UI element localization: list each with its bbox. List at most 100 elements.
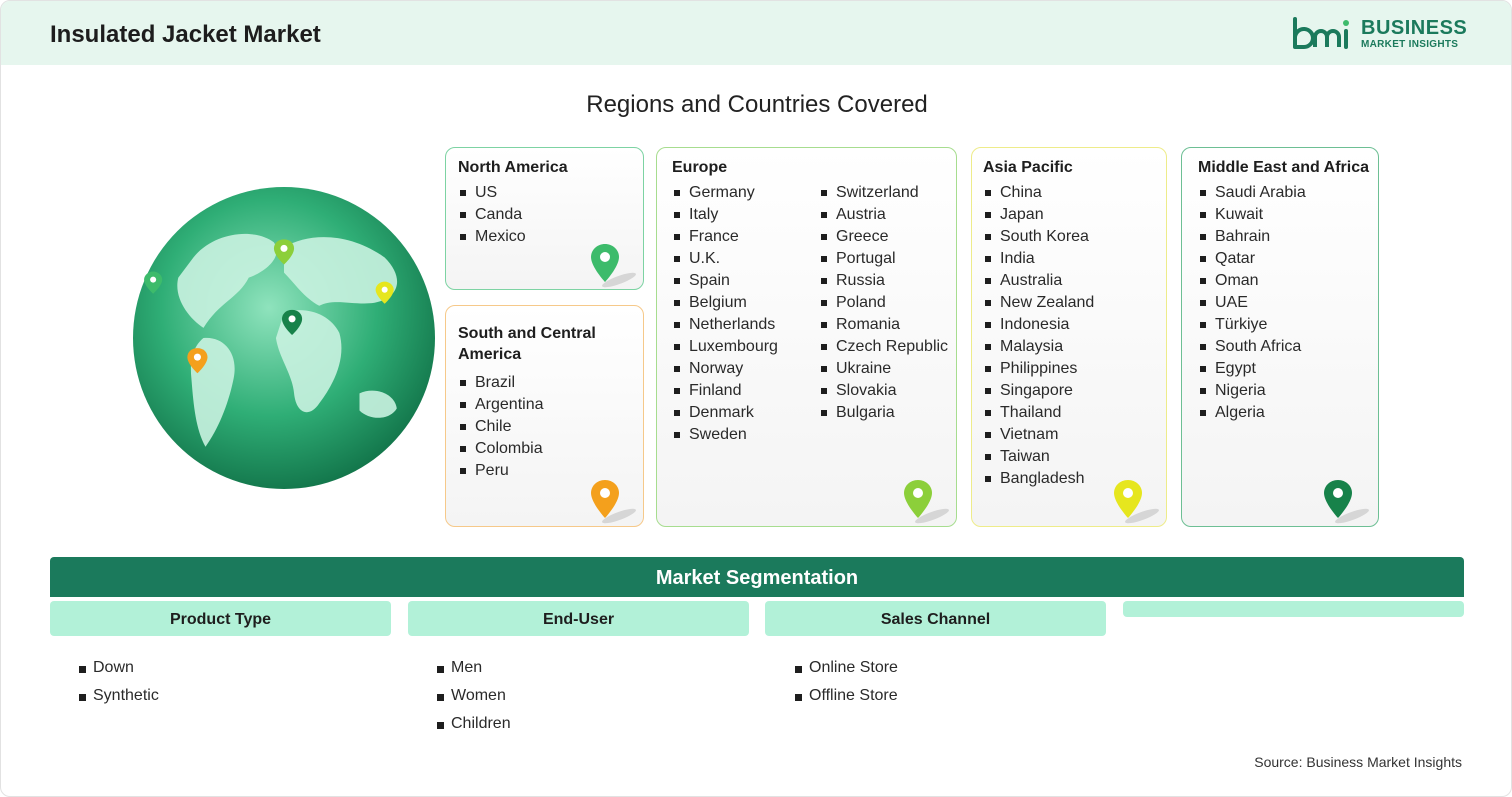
country-item: Bulgaria bbox=[819, 402, 948, 424]
segment-list-sales-channel: Online Store Offline Store bbox=[795, 654, 898, 710]
segment-header-end-user: End-User bbox=[408, 601, 749, 636]
segment-item: Down bbox=[79, 654, 159, 682]
logo-tagline: MARKET INSIGHTS bbox=[1361, 39, 1459, 50]
region-title: Europe bbox=[672, 159, 728, 176]
country-list-col-1: Germany Italy France U.K. Spain Belgium … bbox=[672, 182, 778, 446]
country-item: Russia bbox=[819, 270, 948, 292]
segment-header-product-type: Product Type bbox=[50, 601, 391, 636]
country-item: Ukraine bbox=[819, 358, 948, 380]
country-item: Norway bbox=[672, 358, 778, 380]
country-item: Sweden bbox=[672, 424, 778, 446]
country-item: Philippines bbox=[983, 358, 1094, 380]
segment-list-end-user: Men Women Children bbox=[437, 654, 511, 738]
location-pin-icon bbox=[1114, 480, 1159, 524]
country-item: Thailand bbox=[983, 402, 1094, 424]
segment-header-empty bbox=[1123, 601, 1464, 617]
country-item: Denmark bbox=[672, 402, 778, 424]
country-item: South Korea bbox=[983, 226, 1094, 248]
segment-item: Women bbox=[437, 682, 511, 710]
country-item: Bahrain bbox=[1198, 226, 1306, 248]
country-item: Italy bbox=[672, 204, 778, 226]
country-item: Netherlands bbox=[672, 314, 778, 336]
region-title: North America bbox=[458, 159, 568, 176]
country-item: Romania bbox=[819, 314, 948, 336]
country-item: Saudi Arabia bbox=[1198, 182, 1306, 204]
country-item: Algeria bbox=[1198, 402, 1306, 424]
country-list: Saudi Arabia Kuwait Bahrain Qatar Oman U… bbox=[1198, 182, 1306, 424]
country-list: US Canda Mexico bbox=[458, 182, 526, 248]
source-note: Source: Business Market Insights bbox=[1254, 754, 1462, 770]
country-item: U.K. bbox=[672, 248, 778, 270]
country-item: Belgium bbox=[672, 292, 778, 314]
country-item: Türkiye bbox=[1198, 314, 1306, 336]
country-item: UAE bbox=[1198, 292, 1306, 314]
country-item: New Zealand bbox=[983, 292, 1094, 314]
country-item: Austria bbox=[819, 204, 948, 226]
country-item: Taiwan bbox=[983, 446, 1094, 468]
country-item: France bbox=[672, 226, 778, 248]
globe-icon bbox=[133, 187, 435, 489]
country-item: Indonesia bbox=[983, 314, 1094, 336]
location-pin-icon bbox=[591, 244, 636, 288]
logo-wordmark: BUSINESS bbox=[1361, 17, 1468, 39]
segment-item: Synthetic bbox=[79, 682, 159, 710]
country-item: Vietnam bbox=[983, 424, 1094, 446]
country-item: Japan bbox=[983, 204, 1094, 226]
country-item: Slovakia bbox=[819, 380, 948, 402]
country-item: Switzerland bbox=[819, 182, 948, 204]
infographic-frame: Insulated Jacket Market BUSINESS MARKET … bbox=[0, 0, 1512, 797]
region-title: Middle East and Africa bbox=[1198, 159, 1369, 176]
country-item: Australia bbox=[983, 270, 1094, 292]
country-item: Bangladesh bbox=[983, 468, 1094, 490]
country-item: Nigeria bbox=[1198, 380, 1306, 402]
segment-item: Men bbox=[437, 654, 511, 682]
country-item: Mexico bbox=[458, 226, 526, 248]
country-item: Chile bbox=[458, 416, 544, 438]
country-item: Canda bbox=[458, 204, 526, 226]
region-card-south-central-america: South and Central America Brazil Argenti… bbox=[445, 305, 644, 527]
segmentation-banner: Market Segmentation bbox=[50, 557, 1464, 597]
segment-item: Offline Store bbox=[795, 682, 898, 710]
country-list: China Japan South Korea India Australia … bbox=[983, 182, 1094, 490]
country-item: US bbox=[458, 182, 526, 204]
country-item: South Africa bbox=[1198, 336, 1306, 358]
country-item: India bbox=[983, 248, 1094, 270]
region-card-asia-pacific: Asia Pacific China Japan South Korea Ind… bbox=[971, 147, 1167, 527]
header-bar: Insulated Jacket Market BUSINESS MARKET … bbox=[1, 1, 1511, 65]
country-item: Czech Republic bbox=[819, 336, 948, 358]
country-list-col-2: Switzerland Austria Greece Portugal Russ… bbox=[819, 182, 948, 424]
region-card-north-america: North America US Canda Mexico bbox=[445, 147, 644, 290]
region-title: Asia Pacific bbox=[983, 159, 1073, 176]
country-item: China bbox=[983, 182, 1094, 204]
location-pin-icon bbox=[904, 480, 949, 524]
country-item: Peru bbox=[458, 460, 544, 482]
country-item: Poland bbox=[819, 292, 948, 314]
country-item: Egypt bbox=[1198, 358, 1306, 380]
segment-item: Children bbox=[437, 710, 511, 738]
location-pin-icon bbox=[591, 480, 636, 524]
location-pin-icon bbox=[1324, 480, 1369, 524]
country-item: Qatar bbox=[1198, 248, 1306, 270]
country-item: Kuwait bbox=[1198, 204, 1306, 226]
country-item: Oman bbox=[1198, 270, 1306, 292]
region-title: South and Central America bbox=[458, 325, 596, 363]
region-card-middle-east-africa: Middle East and Africa Saudi Arabia Kuwa… bbox=[1181, 147, 1379, 527]
country-item: Greece bbox=[819, 226, 948, 248]
country-item: Singapore bbox=[983, 380, 1094, 402]
region-card-europe: Europe Germany Italy France U.K. Spain B… bbox=[656, 147, 957, 527]
segment-list-product-type: Down Synthetic bbox=[79, 654, 159, 710]
country-item: Luxembourg bbox=[672, 336, 778, 358]
country-item: Colombia bbox=[458, 438, 544, 460]
segment-header-sales-channel: Sales Channel bbox=[765, 601, 1106, 636]
country-item: Germany bbox=[672, 182, 778, 204]
country-item: Spain bbox=[672, 270, 778, 292]
segmentation-title: Market Segmentation bbox=[655, 567, 859, 589]
country-item: Brazil bbox=[458, 372, 544, 394]
country-list: Brazil Argentina Chile Colombia Peru bbox=[458, 372, 544, 482]
country-item: Malaysia bbox=[983, 336, 1094, 358]
company-logo: BUSINESS MARKET INSIGHTS bbox=[1291, 17, 1468, 51]
regions-title: Regions and Countries Covered bbox=[586, 91, 928, 118]
segment-item: Online Store bbox=[795, 654, 898, 682]
bmi-logo-icon bbox=[1293, 17, 1349, 49]
page-title: Insulated Jacket Market bbox=[50, 21, 321, 48]
